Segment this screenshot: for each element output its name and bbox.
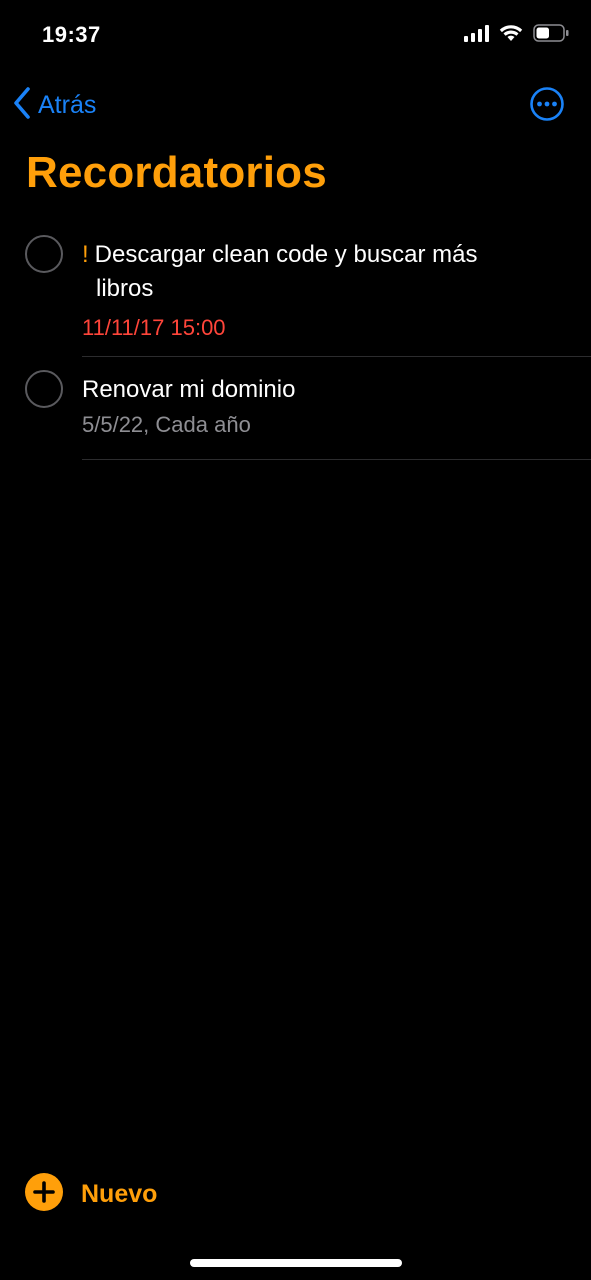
reminder-due-date: 5/5/22, Cada año <box>82 412 251 437</box>
priority-indicator: ! <box>82 241 89 268</box>
navigation-bar: Atrás <box>0 80 591 130</box>
reminder-title[interactable]: Renovar mi dominio <box>82 373 531 407</box>
status-bar: 19:37 <box>0 0 591 72</box>
cellular-signal-icon <box>464 24 489 42</box>
reminder-title-line1: Descargar clean code y buscar más <box>94 241 478 268</box>
more-options-button[interactable] <box>529 86 565 127</box>
home-indicator[interactable] <box>190 1259 402 1267</box>
status-icons <box>464 24 569 42</box>
row-divider <box>82 356 591 357</box>
reminder-text: ! Descargar clean code y buscar más libro… <box>82 238 531 344</box>
back-button[interactable]: Atrás <box>12 86 96 125</box>
reminders-screen: 19:37 Atrás Recordatorios ! Descargar cl… <box>0 0 591 1280</box>
page-title: Recordatorios <box>26 148 327 197</box>
list-item[interactable]: Renovar mi dominio 5/5/22, Cada año <box>0 358 591 460</box>
battery-icon <box>533 24 569 42</box>
reminder-text: Renovar mi dominio 5/5/22, Cada año <box>82 373 531 441</box>
new-reminder-button[interactable]: Nuevo <box>25 1173 157 1216</box>
completion-circle[interactable] <box>25 370 63 408</box>
reminder-title[interactable]: ! Descargar clean code y buscar más libro… <box>82 238 531 306</box>
status-time: 19:37 <box>42 22 101 47</box>
reminder-title-line2: libros <box>96 275 154 302</box>
wifi-icon <box>499 24 523 42</box>
chevron-left-icon <box>12 86 32 125</box>
back-label: Atrás <box>38 91 97 119</box>
ellipsis-circle-icon <box>529 87 565 126</box>
row-divider <box>82 459 591 460</box>
reminder-due-date: 11/11/17 15:00 <box>82 315 226 340</box>
plus-circle-icon <box>25 1173 63 1216</box>
completion-circle[interactable] <box>25 235 63 273</box>
list-item[interactable]: ! Descargar clean code y buscar más libro… <box>0 232 591 358</box>
reminder-list: ! Descargar clean code y buscar más libro… <box>0 232 591 460</box>
new-reminder-label: Nuevo <box>81 1180 158 1208</box>
